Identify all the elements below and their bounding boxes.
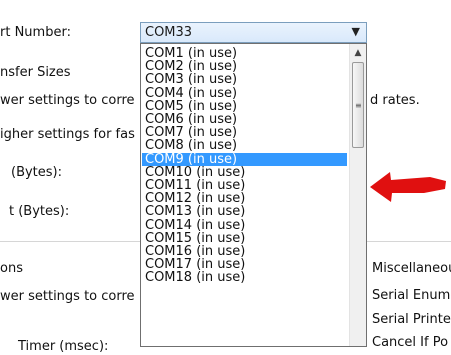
- transmit-bytes-label: t (Bytes):: [9, 204, 70, 219]
- options-header: ons: [0, 261, 23, 276]
- section-divider: [0, 241, 140, 242]
- receive-bytes-label: (Bytes):: [11, 165, 63, 180]
- list-item[interactable]: COM2 (in use): [142, 60, 347, 73]
- list-item[interactable]: COM1 (in use): [142, 47, 347, 60]
- list-item[interactable]: COM15 (in use): [142, 232, 347, 245]
- cancel-if-power-checkbox-label[interactable]: Cancel If Po: [372, 335, 448, 351]
- lower-settings-text-2: wer settings to corre: [0, 289, 135, 304]
- list-item-selected[interactable]: COM9 (in use): [142, 152, 347, 166]
- list-item[interactable]: COM16 (in use): [142, 245, 347, 258]
- list-item[interactable]: COM3 (in use): [142, 73, 347, 86]
- com-port-combobox[interactable]: COM33 ▼: [140, 22, 367, 43]
- timer-label: Timer (msec):: [18, 339, 109, 354]
- scroll-grip-icon: ≡: [355, 101, 362, 110]
- higher-settings-text: igher settings for fas: [0, 127, 135, 142]
- list-item[interactable]: COM11 (in use): [142, 179, 347, 192]
- list-item[interactable]: COM18 (in use): [142, 271, 347, 284]
- list-item[interactable]: COM14 (in use): [142, 219, 347, 232]
- combobox-selected-value: COM33: [145, 25, 193, 40]
- list-item[interactable]: COM7 (in use): [142, 126, 347, 139]
- lower-settings-text: wer settings to corre: [0, 93, 135, 108]
- list-item[interactable]: COM10 (in use): [142, 166, 347, 179]
- section-divider: [367, 241, 451, 242]
- port-number-label: rt Number:: [0, 25, 71, 40]
- rates-text: d rates.: [370, 93, 420, 108]
- list-item[interactable]: COM13 (in use): [142, 205, 347, 218]
- serial-printer-checkbox-label[interactable]: Serial Printer: [372, 312, 451, 328]
- scroll-up-arrow-icon[interactable]: ▲: [350, 45, 366, 61]
- list-item[interactable]: COM17 (in use): [142, 258, 347, 271]
- dropdown-arrow-icon[interactable]: ▼: [352, 25, 360, 38]
- misc-header: Miscellaneou: [372, 261, 451, 276]
- list-item[interactable]: COM5 (in use): [142, 100, 347, 113]
- serial-enumerator-checkbox-label[interactable]: Serial Enume: [372, 288, 451, 304]
- list-item[interactable]: COM6 (in use): [142, 113, 347, 126]
- list-item[interactable]: COM12 (in use): [142, 192, 347, 205]
- scrollbar-thumb[interactable]: ≡: [352, 62, 364, 148]
- com-port-dropdown-list[interactable]: COM1 (in use) COM2 (in use) COM3 (in use) C…: [140, 43, 367, 347]
- list-scrollbar[interactable]: ▲ ≡: [349, 44, 366, 346]
- transfer-sizes-header: nsfer Sizes: [0, 65, 71, 80]
- list-item[interactable]: COM8 (in use): [142, 139, 347, 152]
- list-item[interactable]: COM4 (in use): [142, 87, 347, 100]
- red-arrow-annotation: [370, 172, 446, 202]
